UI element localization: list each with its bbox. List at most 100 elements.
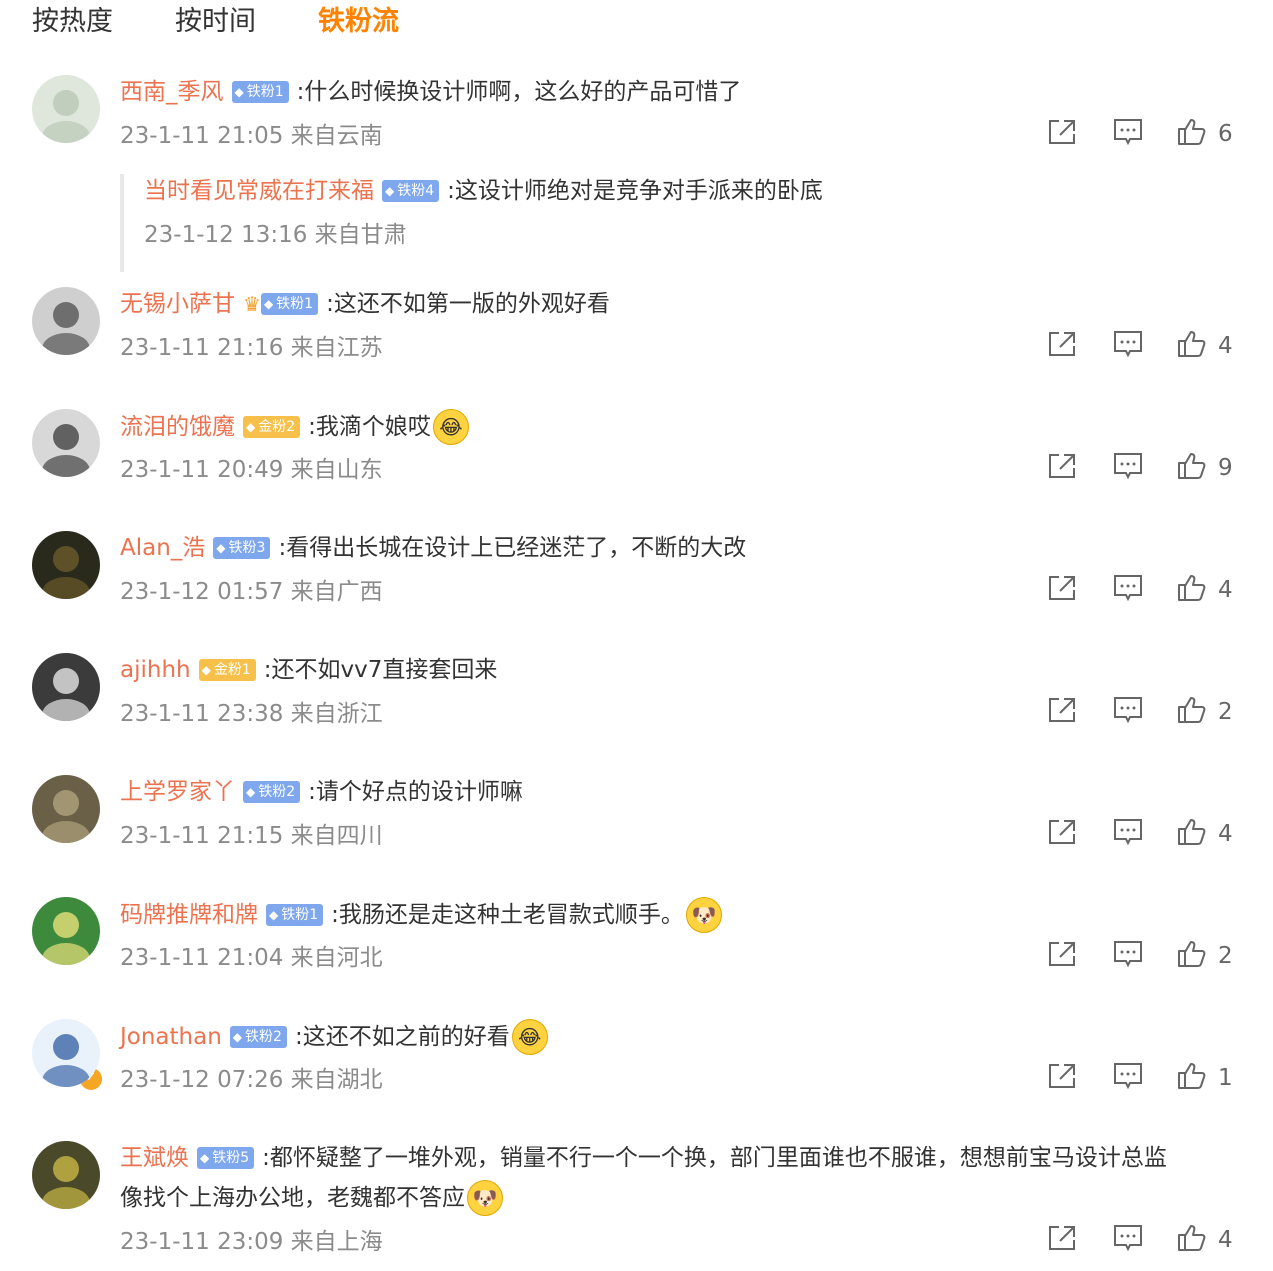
share-icon[interactable] <box>1046 1223 1078 1257</box>
share-icon[interactable] <box>1046 573 1078 607</box>
avatar[interactable] <box>32 531 100 599</box>
share-icon[interactable] <box>1046 695 1078 729</box>
comment-text-continued: 像找个上海办公地，老魏都不答应 🐶 <box>120 1180 503 1216</box>
fan-badge: ◆ 铁粉2 <box>243 781 301 803</box>
like-count: 4 <box>1218 821 1233 847</box>
badge-label: 铁粉2 <box>245 1029 282 1045</box>
like-count: 4 <box>1218 1227 1233 1253</box>
thumbs-up-icon[interactable] <box>1176 817 1208 851</box>
comment-icon[interactable] <box>1112 1223 1144 1257</box>
thumbs-up-icon[interactable] <box>1176 939 1208 973</box>
comment-meta: 23-1-11 21:15 来自四川 <box>120 823 383 849</box>
crown-icon: ♛ <box>243 292 261 316</box>
diamond-icon: ◆ <box>232 1030 243 1044</box>
laugh-cry-emoji: 😂 <box>432 409 469 445</box>
comment-meta: 23-1-11 21:16 来自江苏 <box>120 335 383 361</box>
badge-label: 铁粉3 <box>228 540 266 556</box>
thumbs-up-icon[interactable] <box>1176 117 1208 151</box>
comment-meta: 23-1-11 23:38 来自浙江 <box>120 701 383 727</box>
share-icon[interactable] <box>1046 939 1078 973</box>
reply-item: 当时看见常威在打来福 ◆ 铁粉4:这设计师绝对是竞争对手派来的卧底 23-1-12 1… <box>120 174 1042 272</box>
username[interactable]: Jonathan <box>120 1020 222 1054</box>
comment-item: 王斌焕 ◆ 铁粉5:都怀疑整了一堆外观，销量不行一个一个换，部门里面谁也不服谁，想想… <box>0 1138 1273 1268</box>
tab-fans[interactable]: 铁粉流 <box>318 2 399 46</box>
comment-icon[interactable] <box>1112 117 1144 151</box>
comment-icon[interactable] <box>1112 451 1144 485</box>
badge-label: 铁粉1 <box>276 296 314 312</box>
username[interactable]: 王斌焕 <box>120 1141 189 1175</box>
comment-header: 王斌焕 ◆ 铁粉5:都怀疑整了一堆外观，销量不行一个一个换，部门里面谁也不服谁，想想… <box>120 1141 1167 1175</box>
avatar[interactable] <box>32 75 100 143</box>
share-icon[interactable] <box>1046 117 1078 151</box>
username[interactable]: 流泪的饿魔 <box>120 410 235 444</box>
comment-item: ajihhh ◆ 金粉1:还不如vv7直接套回来 23-1-11 23:38 来自浙江… <box>0 650 1273 750</box>
comment-text: :请个好点的设计师嘛 <box>308 779 523 805</box>
thumbs-up-icon[interactable] <box>1176 573 1208 607</box>
comment-actions: 2 <box>1046 940 1246 972</box>
avatar[interactable] <box>32 1141 100 1209</box>
comment-actions: 1 <box>1046 1062 1246 1094</box>
badge-label: 金粉2 <box>258 419 296 435</box>
comment-icon[interactable] <box>1112 573 1144 607</box>
fan-badge: ◆ 铁粉1 <box>266 904 324 926</box>
thumbs-up-icon[interactable] <box>1176 451 1208 485</box>
username[interactable]: 无锡小萨甘 <box>120 287 235 321</box>
doge-emoji: 🐶 <box>685 897 722 933</box>
gold-gem-icon: ◆ <box>201 663 211 677</box>
fan-badge: ◆ 铁粉1 <box>260 293 319 315</box>
diamond-icon: ◆ <box>246 785 256 799</box>
username[interactable]: 上学罗家丫 <box>120 775 235 809</box>
comment-icon[interactable] <box>1112 939 1144 973</box>
username[interactable]: 当时看见常威在打来福 <box>144 174 374 208</box>
comment-text: :什么时候换设计师啊，这么好的产品可惜了 <box>296 79 742 105</box>
diamond-icon: ◆ <box>234 85 244 99</box>
diamond-icon: ◆ <box>269 908 279 922</box>
avatar[interactable] <box>32 1019 100 1087</box>
comment-meta: 23-1-12 01:57 来自广西 <box>120 579 383 605</box>
avatar[interactable] <box>32 653 100 721</box>
avatar[interactable] <box>32 287 100 355</box>
like-count: 2 <box>1218 943 1233 969</box>
tab-time[interactable]: 按时间 <box>175 2 256 46</box>
share-icon[interactable] <box>1046 329 1078 363</box>
avatar[interactable] <box>32 897 100 965</box>
diamond-icon: ◆ <box>216 541 226 555</box>
username[interactable]: ajihhh <box>120 653 191 687</box>
comment-text: :看得出长城在设计上已经迷茫了，不断的大改 <box>278 535 747 561</box>
avatar[interactable] <box>32 409 100 477</box>
comment-header: 流泪的饿魔 ◆ 金粉2:我滴个娘哎 😂 <box>120 409 469 445</box>
like-count: 6 <box>1218 121 1233 147</box>
share-icon[interactable] <box>1046 451 1078 485</box>
comment-header: 码牌推牌和牌 ◆ 铁粉1:我肠还是走这种土老冒款式顺手。 🐶 <box>120 897 722 933</box>
thumbs-up-icon[interactable] <box>1176 1061 1208 1095</box>
username[interactable]: 码牌推牌和牌 <box>120 898 258 932</box>
avatar[interactable] <box>32 775 100 843</box>
share-icon[interactable] <box>1046 1061 1078 1095</box>
username[interactable]: Alan_浩 <box>120 531 205 565</box>
like-count: 4 <box>1218 333 1233 359</box>
comment-header: 西南_季风 ◆ 铁粉1:什么时候换设计师啊，这么好的产品可惜了 <box>120 75 741 109</box>
comment-actions: 4 <box>1046 330 1246 362</box>
like-count: 9 <box>1218 455 1233 481</box>
badge-label: 金粉1 <box>213 662 251 678</box>
thumbs-up-icon[interactable] <box>1176 695 1208 729</box>
comment-icon[interactable] <box>1112 329 1144 363</box>
comment-text-line2: 像找个上海办公地，老魏都不答应 <box>120 1185 465 1211</box>
share-icon[interactable] <box>1046 817 1078 851</box>
thumbs-up-icon[interactable] <box>1176 329 1208 363</box>
like-count: 4 <box>1218 577 1233 603</box>
comment-item: 码牌推牌和牌 ◆ 铁粉1:我肠还是走这种土老冒款式顺手。 🐶 23-1-11 21:04… <box>0 894 1273 994</box>
comment-actions: 6 <box>1046 118 1246 150</box>
tab-hot[interactable]: 按热度 <box>32 2 113 46</box>
fan-badge: ◆ 铁粉3 <box>213 537 271 559</box>
username[interactable]: 西南_季风 <box>120 75 224 109</box>
thumbs-up-icon[interactable] <box>1176 1223 1208 1257</box>
diamond-icon: ◆ <box>385 184 395 198</box>
comment-icon[interactable] <box>1112 1061 1144 1095</box>
comment-item: 上学罗家丫 ◆ 铁粉2 :请个好点的设计师嘛 23-1-11 21:15 来自四川 4 <box>0 772 1273 872</box>
comment-text: :都怀疑整了一堆外观，销量不行一个一个换，部门里面谁也不服谁，想想前宝马设计总监 <box>262 1145 1167 1171</box>
comment-icon[interactable] <box>1112 695 1144 729</box>
laugh-cry-emoji: 😂 <box>511 1019 548 1055</box>
comment-actions: 4 <box>1046 574 1246 606</box>
comment-icon[interactable] <box>1112 817 1144 851</box>
